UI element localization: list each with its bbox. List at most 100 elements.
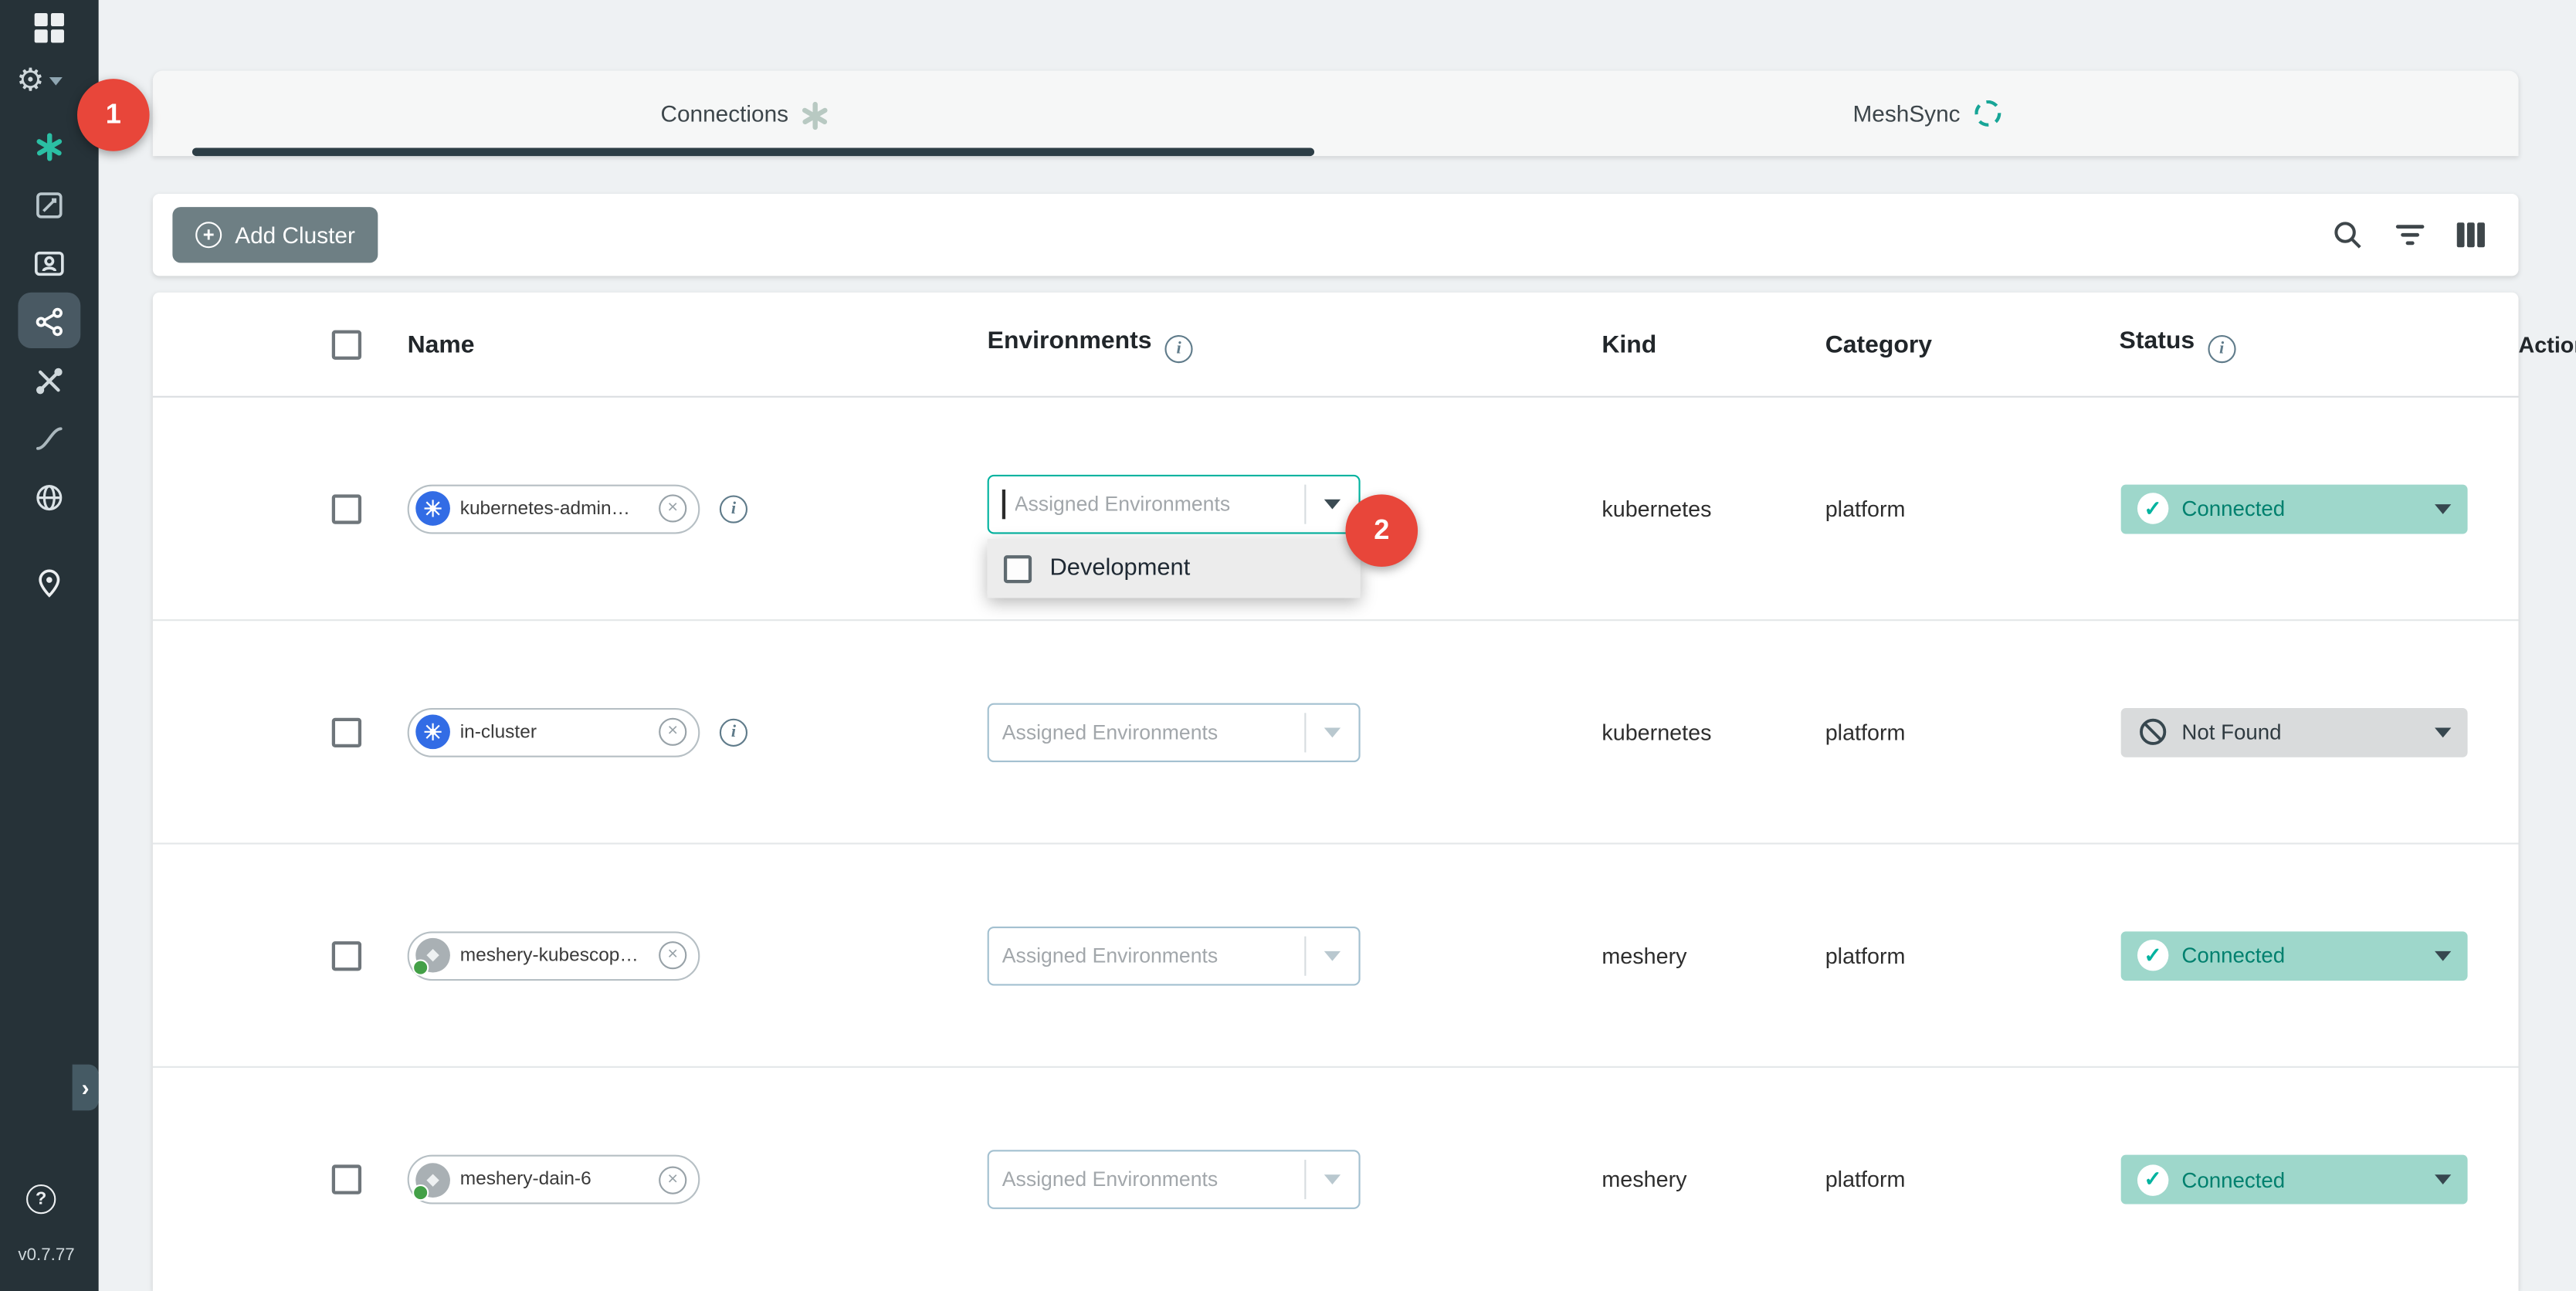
sidebar-expand-chevron[interactable]: › — [73, 1065, 99, 1111]
connection-name: meshery-kubescop… — [460, 945, 649, 965]
meshsync-spinner-icon — [1975, 100, 2001, 127]
row-actions-menu[interactable]: ⋮ — [2568, 714, 2576, 749]
status-chip[interactable]: ✓ Connected — [2121, 930, 2468, 980]
environment-option[interactable]: Development — [988, 539, 1361, 598]
connections-tabbar: Connections MeshSync — [153, 70, 2519, 156]
active-tab-indicator — [192, 147, 1314, 156]
chevron-down-icon[interactable] — [2435, 1174, 2451, 1184]
environments-select[interactable]: Assigned Environments — [988, 1150, 1361, 1209]
connections-icon[interactable] — [29, 302, 69, 341]
header-name: Name — [408, 330, 475, 358]
info-icon[interactable]: i — [720, 494, 747, 522]
close-icon[interactable]: × — [659, 941, 686, 969]
table-row: meshery-kubescop… × Assigned Environment… — [153, 845, 2519, 1068]
status-label: Connected — [2181, 1167, 2422, 1192]
meshery-icon — [415, 1162, 450, 1197]
tab-connections-label: Connections — [660, 100, 788, 127]
plus-icon: + — [195, 222, 222, 248]
table-toolbar: + Add Cluster — [153, 194, 2519, 276]
category-cell: platform — [1825, 1167, 1906, 1192]
version-label: v0.7.77 — [18, 1245, 74, 1266]
chevron-down-icon[interactable] — [1306, 1174, 1358, 1184]
info-icon[interactable]: i — [2208, 334, 2235, 362]
row-checkbox[interactable] — [332, 717, 361, 747]
row-checkbox[interactable] — [332, 493, 361, 523]
help-icon[interactable]: ? — [26, 1184, 56, 1214]
kubernetes-icon — [415, 491, 450, 526]
row-actions-empty: - — [2571, 942, 2576, 968]
chevron-down-icon[interactable] — [1306, 728, 1358, 738]
connection-name: in-cluster — [460, 722, 649, 742]
header-category: Category — [1825, 330, 1932, 358]
status-chip[interactable]: ✓ Connected — [2121, 484, 2468, 534]
header-actions: Actions — [2519, 332, 2576, 357]
spark-glyph — [36, 132, 63, 160]
table-header-row: Name Environmentsi Kind Category Statusi… — [153, 293, 2519, 398]
search-icon[interactable] — [2330, 217, 2366, 253]
connection-chip[interactable]: kubernetes-admin… × — [408, 484, 700, 534]
connection-chip[interactable]: in-cluster × — [408, 707, 700, 757]
table-row: meshery-dain-6 × Assigned Environments m… — [153, 1068, 2519, 1291]
add-cluster-label: Add Cluster — [235, 222, 355, 248]
annotation-marker-1: 1 — [77, 79, 150, 151]
chevron-down-icon[interactable] — [1306, 500, 1358, 510]
chevron-down-icon[interactable] — [2435, 950, 2451, 961]
tab-connections[interactable]: Connections — [153, 70, 1336, 156]
dashboard-icon[interactable] — [29, 8, 69, 48]
environments-dropdown: Development — [988, 539, 1361, 598]
info-icon[interactable]: i — [1164, 334, 1192, 362]
row-checkbox[interactable] — [332, 1164, 361, 1194]
connection-chip[interactable]: meshery-dain-6 × — [408, 1155, 700, 1205]
add-cluster-button[interactable]: + Add Cluster — [172, 207, 378, 263]
connection-name: kubernetes-admin… — [460, 499, 649, 519]
select-all-checkbox[interactable] — [332, 330, 361, 359]
environment-pin-icon[interactable] — [29, 564, 69, 603]
environments-select[interactable]: Assigned Environments — [988, 927, 1361, 986]
chevron-down-icon[interactable] — [2435, 503, 2451, 513]
kind-cell: kubernetes — [1602, 720, 1711, 744]
row-checkbox[interactable] — [332, 940, 361, 970]
dashboard-grid-glyph — [35, 13, 64, 42]
text-cursor — [1002, 490, 1005, 519]
connection-chip[interactable]: meshery-kubescop… × — [408, 930, 700, 980]
connected-check-icon: ✓ — [2137, 940, 2168, 971]
info-icon[interactable]: i — [720, 718, 747, 746]
status-chip[interactable]: ✓ Connected — [2121, 1155, 2468, 1205]
option-label: Development — [1050, 555, 1191, 581]
tab-meshsync[interactable]: MeshSync — [1336, 70, 2519, 156]
meshery-icon — [415, 938, 450, 973]
design-icon[interactable] — [29, 185, 69, 225]
chevron-down-icon[interactable] — [2435, 727, 2451, 737]
filter-icon[interactable] — [2392, 217, 2429, 253]
sidebar: ⚙ › ? v0.7.77 — [0, 0, 99, 1291]
close-icon[interactable]: × — [659, 1165, 686, 1193]
environments-placeholder: Assigned Environments — [1015, 493, 1305, 516]
chevron-down-icon[interactable] — [1306, 951, 1358, 961]
kind-cell: kubernetes — [1602, 496, 1711, 521]
connected-check-icon: ✓ — [2137, 1164, 2168, 1194]
close-icon[interactable]: × — [659, 718, 686, 746]
row-actions-empty: - — [2571, 1167, 2576, 1193]
gear-glyph: ⚙ — [16, 66, 44, 97]
settings-gear-icon[interactable]: ⚙ — [16, 66, 63, 97]
environments-select[interactable]: Assigned Environments — [988, 703, 1361, 763]
status-label: Connected — [2181, 943, 2422, 967]
service-mesh-icon[interactable] — [29, 478, 69, 517]
kanvas-icon[interactable] — [29, 127, 69, 166]
connections-spinner-icon — [803, 101, 828, 126]
user-guide-icon[interactable] — [29, 245, 69, 284]
view-columns-icon[interactable] — [2452, 217, 2489, 253]
performance-curve-icon[interactable] — [29, 419, 69, 459]
toolkit-icon[interactable] — [29, 361, 69, 401]
connected-check-icon: ✓ — [2137, 493, 2168, 524]
status-label: Connected — [2181, 496, 2422, 521]
connections-table: Name Environmentsi Kind Category Statusi… — [153, 293, 2519, 1291]
environments-select[interactable]: Assigned Environments — [988, 475, 1361, 534]
status-chip[interactable]: Not Found — [2121, 707, 2468, 757]
kind-cell: meshery — [1602, 943, 1686, 967]
category-cell: platform — [1825, 720, 1906, 744]
option-checkbox[interactable] — [1004, 554, 1032, 582]
row-actions-menu[interactable]: ⋮ — [2568, 491, 2576, 526]
close-icon[interactable]: × — [659, 494, 686, 522]
table-row: kubernetes-admin… × i Assigned Environme… — [153, 398, 2519, 621]
